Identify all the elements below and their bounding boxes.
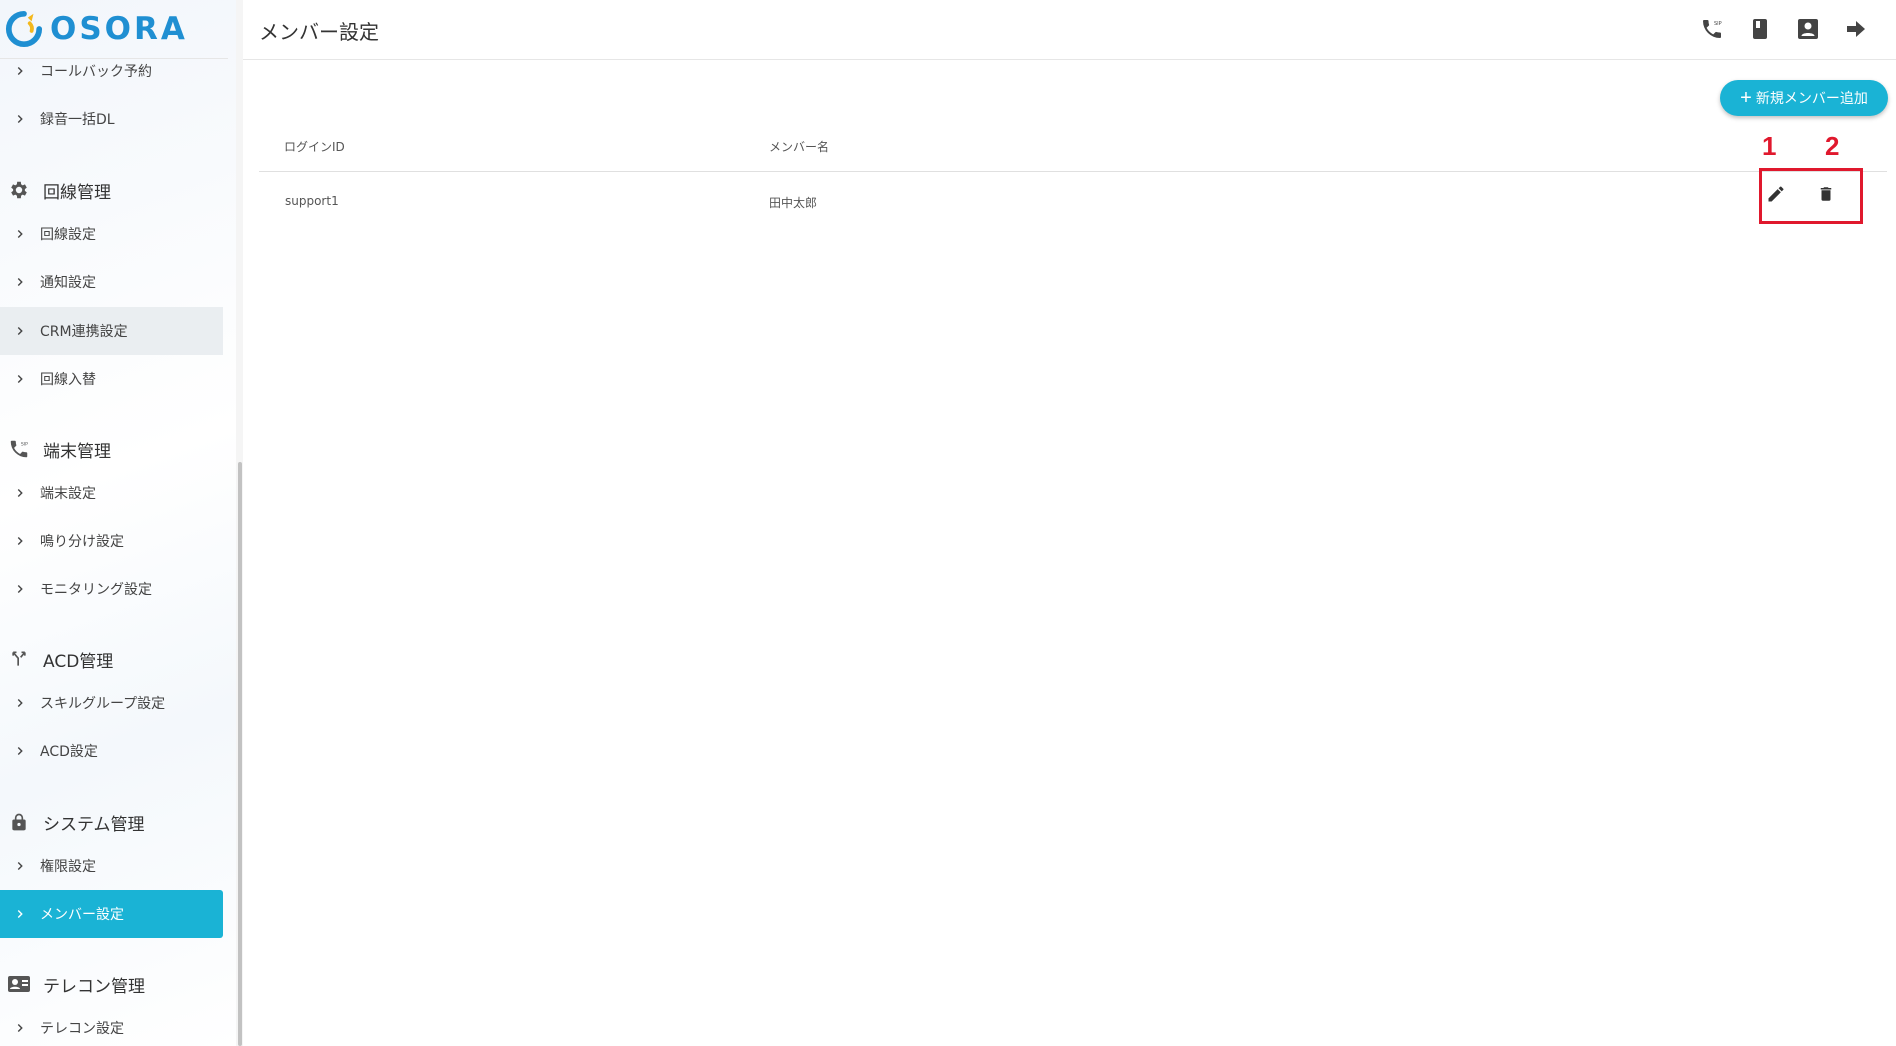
sidebar-item-terminal-settings[interactable]: 端末設定 xyxy=(0,469,223,517)
chevron-right-icon xyxy=(0,64,40,78)
chevron-right-icon xyxy=(0,1021,40,1035)
plus-icon: + xyxy=(1740,87,1752,109)
chevron-right-icon xyxy=(0,324,40,338)
sidebar-item-telecon-settings[interactable]: テレコン設定 xyxy=(0,1004,223,1046)
chevron-right-icon xyxy=(0,534,40,548)
logout-arrow-icon[interactable] xyxy=(1844,14,1868,44)
account-box-icon[interactable] xyxy=(1796,14,1820,44)
sidebar-item-label: テレコン設定 xyxy=(40,1021,124,1037)
sidebar-item-member-settings[interactable]: メンバー設定 xyxy=(0,890,223,938)
annotation-label-1: 1 xyxy=(1762,131,1777,161)
sidebar-item-label: 回線入替 xyxy=(40,372,96,388)
page-title: メンバー設定 xyxy=(259,20,379,44)
annotation-label-2: 2 xyxy=(1825,131,1840,161)
sidebar-section-terminal-management[interactable]: SIP 端末管理 xyxy=(0,425,223,473)
sidebar: OSORA コールバック予約 録音一括DL 回線管理 回線設定 通知設定 CRM… xyxy=(0,0,243,1046)
chevron-right-icon xyxy=(0,372,40,386)
chevron-right-icon xyxy=(0,744,40,758)
sidebar-item-label: スキルグループ設定 xyxy=(40,696,166,712)
sidebar-section-telecon-management[interactable]: テレコン管理 xyxy=(0,960,223,1008)
sidebar-item-acd-settings[interactable]: ACD設定 xyxy=(0,727,223,775)
sidebar-item-ring-distribution-settings[interactable]: 鳴り分け設定 xyxy=(0,517,223,565)
table-header: ログインID メンバー名 xyxy=(259,118,1887,172)
brand-name: OSORA xyxy=(50,11,188,47)
svg-text:SIP: SIP xyxy=(21,441,28,447)
sidebar-item-label: 鳴り分け設定 xyxy=(40,534,124,550)
sidebar-item-label: CRM連携設定 xyxy=(40,324,128,340)
sidebar-item-permission-settings[interactable]: 権限設定 xyxy=(0,842,223,890)
add-member-button[interactable]: + 新規メンバー追加 xyxy=(1720,80,1888,116)
chevron-right-icon xyxy=(0,907,40,921)
sidebar-item-label: モニタリング設定 xyxy=(40,582,152,598)
cell-login-id: support1 xyxy=(285,194,339,208)
chevron-right-icon xyxy=(0,582,40,596)
book-icon[interactable] xyxy=(1748,14,1772,44)
table-row: support1 田中太郎 xyxy=(259,172,1887,228)
sidebar-item-line-settings[interactable]: 回線設定 xyxy=(0,210,223,258)
lock-icon xyxy=(0,811,39,833)
section-title: 回線管理 xyxy=(43,182,111,203)
logo[interactable]: OSORA xyxy=(5,10,188,48)
sidebar-item-label: 権限設定 xyxy=(40,859,96,875)
sidebar-item-label: 通知設定 xyxy=(40,275,96,291)
osora-logo-icon xyxy=(5,10,43,48)
svg-text:SIP: SIP xyxy=(1714,21,1722,27)
sip-phone-icon[interactable]: SIP xyxy=(1700,14,1724,44)
sidebar-section-line-management[interactable]: 回線管理 xyxy=(0,166,223,214)
section-title: システム管理 xyxy=(43,814,145,835)
sidebar-item-label: メンバー設定 xyxy=(40,907,124,923)
sip-phone-icon: SIP xyxy=(0,438,39,460)
sidebar-item-label: 録音一括DL xyxy=(40,112,115,128)
sidebar-item-label: 回線設定 xyxy=(40,227,96,243)
add-member-button-label: 新規メンバー追加 xyxy=(1755,90,1868,106)
sidebar-scrollbar-thumb[interactable] xyxy=(238,462,242,1046)
sidebar-section-system-management[interactable]: システム管理 xyxy=(0,798,223,846)
sidebar-item-crm-settings[interactable]: CRM連携設定 xyxy=(0,307,223,355)
section-title: ACD管理 xyxy=(43,651,114,672)
chevron-right-icon xyxy=(0,227,40,241)
sidebar-item-label: ACD設定 xyxy=(40,744,98,760)
column-header-member-name[interactable]: メンバー名 xyxy=(769,138,829,155)
annotation-highlight-box xyxy=(1759,168,1863,224)
header-toolbar: SIP xyxy=(1700,14,1868,44)
chevron-right-icon xyxy=(0,486,40,500)
section-title: 端末管理 xyxy=(43,441,111,462)
sidebar-item-line-replacement[interactable]: 回線入替 xyxy=(0,355,223,403)
sidebar-section-acd-management[interactable]: ACD管理 xyxy=(0,635,223,683)
sidebar-item-label: コールバック予約 xyxy=(40,64,152,80)
chevron-right-icon xyxy=(0,112,40,126)
sidebar-item-callback-reservation[interactable]: コールバック予約 xyxy=(0,47,223,95)
sidebar-item-monitoring-settings[interactable]: モニタリング設定 xyxy=(0,565,223,613)
sidebar-item-recording-bulk-dl[interactable]: 録音一括DL xyxy=(0,95,223,143)
call-split-icon xyxy=(0,649,39,669)
sidebar-item-label: 端末設定 xyxy=(40,486,96,502)
chevron-right-icon xyxy=(0,275,40,289)
gear-icon xyxy=(0,179,39,201)
chevron-right-icon xyxy=(0,696,40,710)
sidebar-item-skill-group-settings[interactable]: スキルグループ設定 xyxy=(0,679,223,727)
sidebar-item-notification-settings[interactable]: 通知設定 xyxy=(0,258,223,306)
member-table: ログインID メンバー名 support1 田中太郎 xyxy=(259,118,1887,228)
contact-card-icon xyxy=(0,974,39,994)
section-title: テレコン管理 xyxy=(43,976,145,997)
chevron-right-icon xyxy=(0,859,40,873)
cell-member-name: 田中太郎 xyxy=(769,196,818,210)
column-header-login-id[interactable]: ログインID xyxy=(284,138,345,155)
top-header: メンバー設定 SIP xyxy=(243,0,1896,60)
